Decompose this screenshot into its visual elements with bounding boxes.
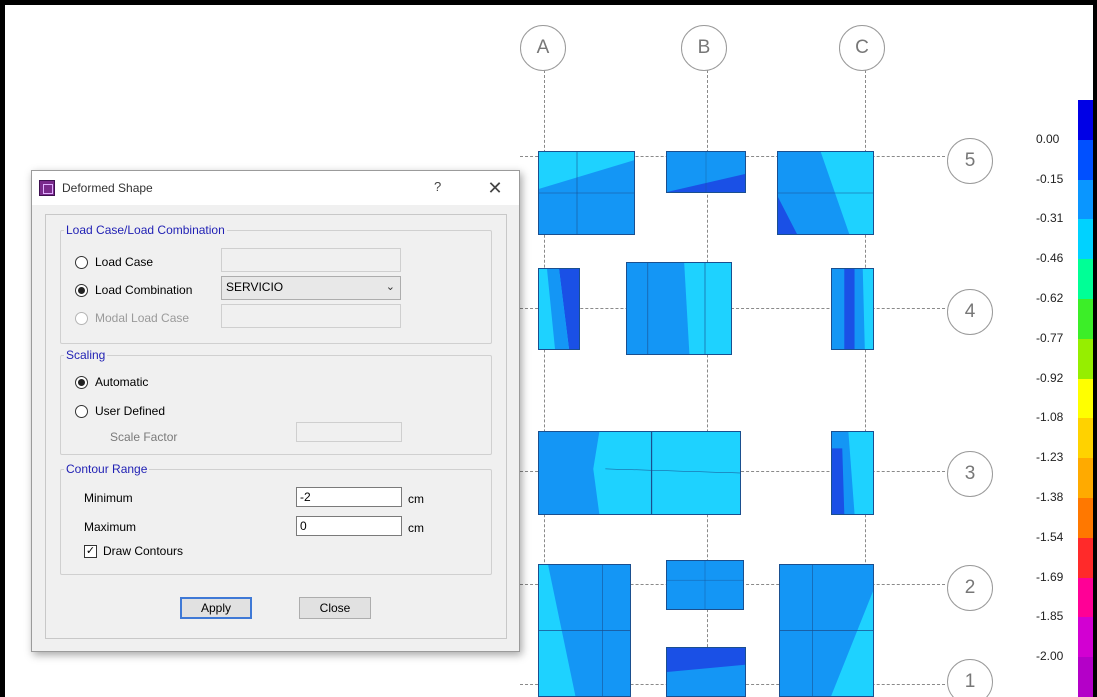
legend-color-swatch xyxy=(1078,259,1093,299)
deformed-shape-dialog: Deformed Shape ? ✕ Load Case/Load Combin… xyxy=(31,170,520,652)
apply-button[interactable]: Apply xyxy=(180,597,252,619)
minimum-label: Minimum xyxy=(84,491,133,505)
radio-dot xyxy=(75,404,88,418)
maximum-label: Maximum xyxy=(84,520,137,534)
maximum-input[interactable]: 0 xyxy=(296,516,402,536)
slab-panel-a2[interactable] xyxy=(538,564,631,697)
legend-label: -0.15 xyxy=(1036,171,1064,186)
minimum-unit: cm xyxy=(408,492,424,506)
legend-label: -1.69 xyxy=(1036,569,1064,584)
close-icon[interactable]: ✕ xyxy=(479,174,511,202)
slab-panel-c5[interactable] xyxy=(777,151,874,235)
user-defined-label: User Defined xyxy=(95,404,166,418)
legend-color-swatch xyxy=(1078,617,1093,658)
slab-panel-c4[interactable] xyxy=(831,268,874,350)
dialog-body: Load Case/Load Combination Load Case Loa… xyxy=(45,214,507,639)
load-combination-label: Load Combination xyxy=(95,283,193,297)
grid-bubble-5: 5 xyxy=(947,138,993,184)
legend-label: -1.85 xyxy=(1036,609,1064,624)
legend-color-swatch xyxy=(1078,418,1093,459)
slab-panel-b1[interactable] xyxy=(666,647,746,697)
maximum-unit: cm xyxy=(408,521,424,535)
radio-dot xyxy=(75,311,88,325)
legend-color-swatch xyxy=(1078,100,1093,140)
dialog-titlebar[interactable]: Deformed Shape ? ✕ xyxy=(32,171,519,205)
slab-panel-ab3[interactable] xyxy=(538,431,741,515)
load-case-group-label: Load Case/Load Combination xyxy=(64,223,227,237)
legend-label: -0.46 xyxy=(1036,251,1064,266)
load-combination-select[interactable]: SERVICIO ⌄ xyxy=(221,276,401,300)
contour-legend-bar xyxy=(1078,100,1093,697)
draw-contours-checkbox[interactable]: ✓ Draw Contours xyxy=(84,544,183,558)
slab-panel-a5[interactable] xyxy=(538,151,635,235)
legend-color-swatch xyxy=(1078,657,1093,697)
legend-color-swatch xyxy=(1078,458,1093,498)
modal-load-case-label: Modal Load Case xyxy=(95,311,190,325)
slab-panel-b5[interactable] xyxy=(666,151,746,193)
legend-color-swatch xyxy=(1078,179,1093,220)
user-defined-radio[interactable]: User Defined xyxy=(75,404,165,418)
load-combination-value: SERVICIO xyxy=(226,280,284,294)
load-case-radio[interactable]: Load Case xyxy=(75,255,153,269)
close-button[interactable]: Close xyxy=(299,597,371,619)
draw-contours-label: Draw Contours xyxy=(103,544,184,558)
legend-color-swatch xyxy=(1078,537,1093,578)
legend-label: -0.62 xyxy=(1036,291,1064,305)
grid-bubble-c: C xyxy=(839,25,885,71)
legend-color-swatch xyxy=(1078,497,1093,538)
load-case-label: Load Case xyxy=(95,255,154,269)
model-view-canvas[interactable]: A B C 5 4 3 2 1 0.00 -0.15 -0.31 -0.46 -0. xyxy=(5,5,1093,697)
grid-bubble-a: A xyxy=(520,25,566,71)
legend-label: -1.08 xyxy=(1036,410,1064,425)
grid-bubble-2: 2 xyxy=(947,565,993,611)
legend-color-swatch xyxy=(1078,577,1093,618)
modal-load-case-field[interactable] xyxy=(221,304,401,328)
app-icon xyxy=(39,180,55,196)
legend-label: -0.92 xyxy=(1036,370,1064,385)
automatic-label: Automatic xyxy=(95,375,149,389)
grid-bubble-3: 3 xyxy=(947,451,993,497)
slab-panel-a4[interactable] xyxy=(538,268,580,350)
automatic-radio[interactable]: Automatic xyxy=(75,375,148,389)
legend-label: -0.31 xyxy=(1036,211,1064,226)
scaling-group-label: Scaling xyxy=(64,348,108,362)
minimum-input[interactable]: -2 xyxy=(296,487,402,507)
grid-line-4 xyxy=(520,308,945,309)
legend-label: -1.38 xyxy=(1036,490,1064,504)
legend-color-swatch xyxy=(1078,298,1093,339)
legend-color-swatch xyxy=(1078,139,1093,180)
legend-label: -0.77 xyxy=(1036,330,1064,345)
slab-panel-b2[interactable] xyxy=(666,560,744,610)
legend-label: 0.00 xyxy=(1036,131,1060,146)
grid-bubble-1: 1 xyxy=(947,659,993,697)
load-combination-radio[interactable]: Load Combination xyxy=(75,283,192,297)
modal-load-case-radio[interactable]: Modal Load Case xyxy=(75,311,189,325)
radio-dot xyxy=(75,375,88,389)
slab-panel-c2[interactable] xyxy=(779,564,874,697)
help-icon[interactable]: ? xyxy=(434,179,441,194)
contour-range-group-label: Contour Range xyxy=(64,462,150,476)
legend-label: -2.00 xyxy=(1036,649,1064,664)
radio-dot xyxy=(75,283,88,297)
chevron-down-icon: ⌄ xyxy=(385,281,395,293)
legend-label: -1.54 xyxy=(1036,529,1064,544)
scale-factor-label: Scale Factor xyxy=(110,430,178,444)
legend-color-swatch xyxy=(1078,338,1093,379)
radio-dot xyxy=(75,255,88,269)
legend-label: -1.23 xyxy=(1036,450,1064,465)
checkmark-icon: ✓ xyxy=(84,544,97,558)
scale-factor-field[interactable] xyxy=(296,422,402,442)
load-case-field[interactable] xyxy=(221,248,401,272)
dialog-title: Deformed Shape xyxy=(62,181,153,195)
slab-panel-c3[interactable] xyxy=(831,431,874,515)
grid-bubble-4: 4 xyxy=(947,289,993,335)
grid-bubble-b: B xyxy=(681,25,727,71)
legend-color-swatch xyxy=(1078,219,1093,260)
legend-color-swatch xyxy=(1078,378,1093,419)
slab-panel-b4[interactable] xyxy=(626,262,732,355)
